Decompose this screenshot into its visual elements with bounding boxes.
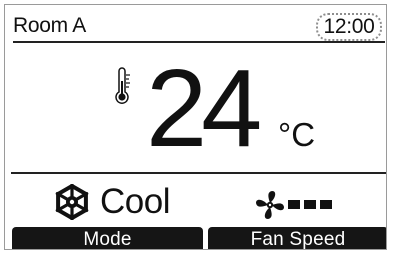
clock-time: 12:00 [323,15,375,38]
fan-speed-bar [304,200,316,209]
fan-speed-button-label: Fan Speed [250,229,346,250]
thermometer-icon [115,67,130,104]
room-name: Room A [13,14,86,37]
thermostat-screen: Room A 12:00 24 °C Cool Mode Fan Speed [4,4,387,250]
clock-display[interactable]: 12:00 [316,13,382,41]
mode-button[interactable]: Mode [12,227,203,250]
fan-speed-indicator [288,200,332,209]
temperature-unit: °C [278,116,316,153]
fan-speed-button[interactable]: Fan Speed [208,227,386,250]
temperature-value: 24 [146,47,262,170]
snowflake-icon [55,184,89,220]
fan-speed-bar [288,200,300,209]
fan-speed-bar [320,200,332,209]
status-divider [11,172,386,174]
mode-button-label: Mode [83,229,132,250]
fan-icon [256,191,284,219]
mode-label: Cool [100,182,170,221]
header-divider [13,41,385,43]
